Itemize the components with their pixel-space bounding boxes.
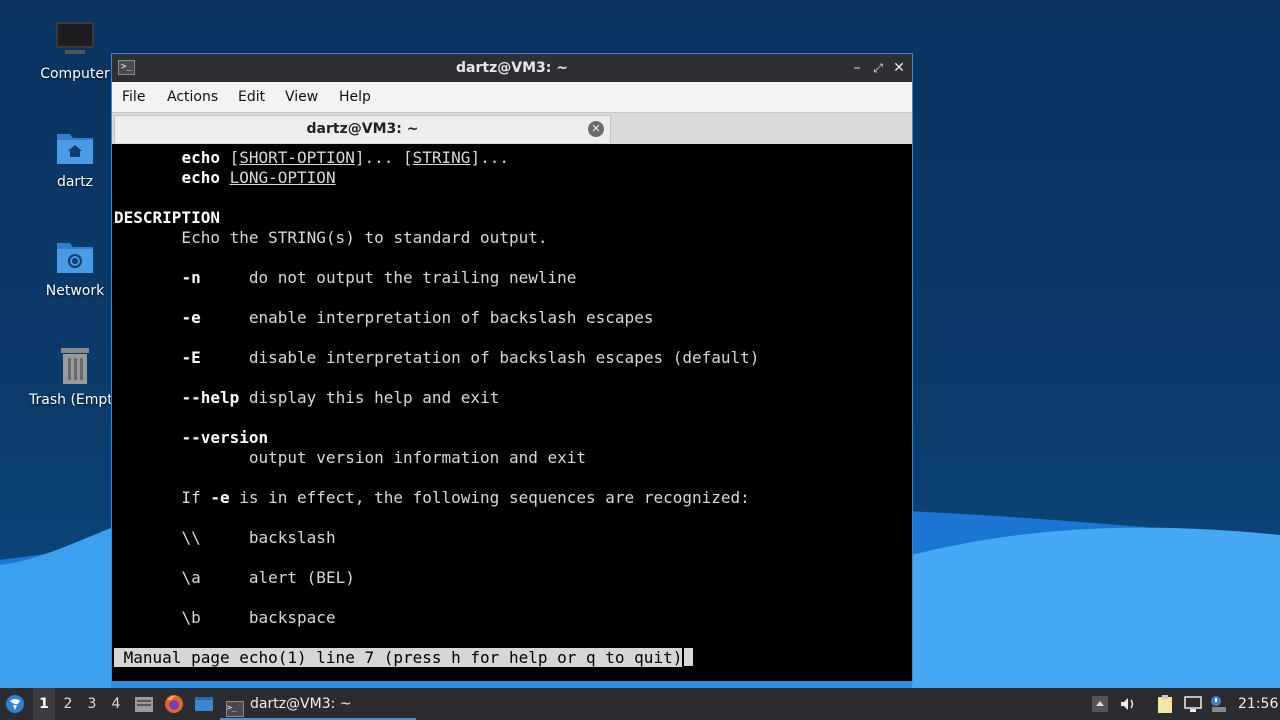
menu-view[interactable]: View	[285, 82, 318, 112]
option-line: --help display this help and exit	[181, 388, 500, 407]
option-line: --version	[181, 428, 269, 447]
minimize-button[interactable]: –	[848, 59, 866, 77]
desktop-icon-label: Trash (Empt	[29, 392, 111, 408]
tab-close-icon[interactable]: ✕	[588, 121, 604, 137]
escape-sequence-line: \a alert (BEL)	[181, 568, 355, 587]
network-folder-icon	[55, 237, 95, 277]
workspace-3[interactable]: 3	[81, 688, 103, 720]
option-line: -e enable interpretation of backslash es…	[181, 308, 654, 327]
trash-icon	[55, 346, 95, 386]
synopsis-line: echo [SHORT-OPTION]... [STRING]...	[181, 148, 509, 167]
desktop-icon-label: Network	[45, 283, 105, 299]
desktop-icon-computer[interactable]: Computer	[27, 20, 123, 82]
terminal-output[interactable]: echo [SHORT-OPTION]... [STRING]... echo …	[114, 146, 910, 681]
volume-icon[interactable]	[1118, 694, 1138, 714]
task-label: dartz@VM3: ~	[250, 696, 352, 712]
pager-status-line: Manual page echo(1) line 7 (press h for …	[114, 648, 694, 668]
description-text: Echo the STRING(s) to standard output.	[114, 228, 548, 247]
window-title: dartz@VM3: ~	[456, 60, 568, 76]
desktop-icon-trash[interactable]: Trash (Empt	[27, 346, 123, 408]
home-folder-icon	[55, 128, 95, 168]
window-titlebar[interactable]: >_ dartz@VM3: ~ – ⤢ ✕	[112, 54, 912, 82]
network-icon[interactable]	[1183, 694, 1203, 714]
notification-icon[interactable]	[1208, 694, 1228, 714]
menu-actions[interactable]: Actions	[167, 82, 218, 112]
desktop-icon-network[interactable]: Network	[27, 237, 123, 299]
tab-label: dartz@VM3: ~	[306, 121, 419, 137]
close-button[interactable]: ✕	[890, 59, 908, 77]
workspace-4[interactable]: 4	[105, 688, 127, 720]
terminal-cursor	[684, 648, 694, 666]
tab-bar: dartz@VM3: ~ ✕	[112, 112, 912, 144]
terminal-icon: >_	[226, 701, 244, 717]
escape-intro-line: If -e is in effect, the following sequen…	[114, 488, 750, 507]
desktop-icon-home[interactable]: dartz	[27, 128, 123, 190]
escape-sequence-line: \b backspace	[181, 608, 336, 627]
taskbar: 1 2 3 4 >_ dartz@VM3: ~ 21:56	[0, 688, 1280, 720]
workspace-1[interactable]: 1	[33, 688, 55, 720]
show-desktop-icon[interactable]	[194, 694, 214, 714]
escape-sequence-line: \\ backslash	[181, 528, 336, 547]
computer-icon	[55, 20, 95, 60]
menu-bar: File Actions Edit View Help	[112, 82, 912, 112]
app-menu-icon[interactable]	[5, 694, 25, 714]
option-description: output version information and exit	[114, 448, 587, 467]
desktop-icon-label: dartz	[56, 174, 94, 190]
clock[interactable]: 21:56	[1238, 688, 1278, 720]
pager-status-text: Manual page echo(1) line 7 (press h for …	[114, 648, 683, 667]
desktop-icon-label: Computer	[40, 66, 110, 82]
maximize-button[interactable]: ⤢	[869, 59, 887, 77]
menu-help[interactable]: Help	[339, 82, 371, 112]
firefox-icon[interactable]	[164, 694, 184, 714]
terminal-window[interactable]: >_ dartz@VM3: ~ – ⤢ ✕ File Actions Edit …	[111, 53, 913, 682]
menu-file[interactable]: File	[122, 82, 145, 112]
section-heading: DESCRIPTION	[114, 208, 220, 227]
tray-expand-icon[interactable]	[1090, 694, 1110, 714]
tab-terminal[interactable]: dartz@VM3: ~ ✕	[114, 115, 611, 143]
clipboard-icon[interactable]	[1155, 694, 1175, 714]
workspace-2[interactable]: 2	[57, 688, 79, 720]
synopsis-line: echo LONG-OPTION	[181, 168, 336, 187]
taskbar-task-terminal[interactable]: >_ dartz@VM3: ~	[220, 688, 416, 720]
menu-edit[interactable]: Edit	[238, 82, 265, 112]
file-manager-icon[interactable]	[134, 694, 154, 714]
option-line: -E disable interpretation of backslash e…	[181, 348, 760, 367]
option-line: -n do not output the trailing newline	[181, 268, 577, 287]
